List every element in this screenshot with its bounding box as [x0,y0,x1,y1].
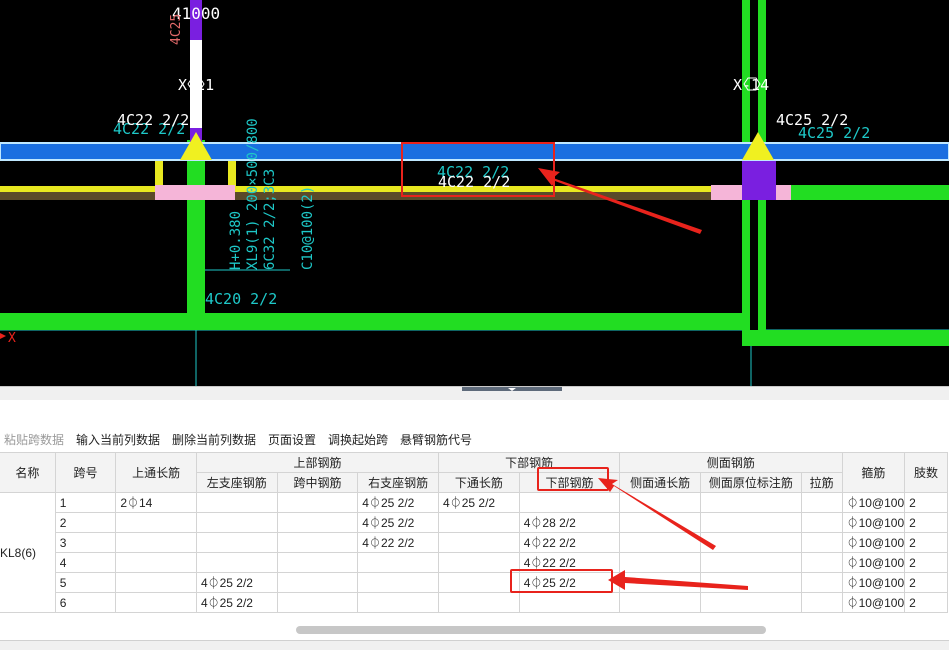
beam-right-stub[interactable] [790,185,949,200]
column-left[interactable] [187,140,205,322]
rebar-input-panel: 粘贴跨数据 输入当前列数据 删除当前列数据 页面设置 调换起始跨 悬臂钢筋代号 … [0,400,949,650]
axis-x-label: X [8,331,16,346]
vertical-text-3: 6C32 2/2;3C3 [262,169,278,270]
axis-label-left: X-11 [178,76,214,94]
axis-label-right: X-14 [733,76,769,94]
vertical-text-2: XL9(1) 200×500/800 [245,118,261,270]
annotation-arrow-header [598,478,716,550]
axis-x-arrow-icon [0,333,6,339]
rebar-right-white: 4C25 2/2 [776,111,848,129]
cad-drawing-canvas[interactable]: 41000 4C25 X-11 X-14 4C22 2/2 4C22 2/2 4… [0,0,949,386]
rebar-mid-white: 4C22 2/2 [438,173,510,191]
beam-right-bottom[interactable] [742,330,949,346]
rebar-low-label: 4C20 2/2 [205,290,277,308]
annotation-arrow-cad [538,168,702,234]
support-pink-left [155,185,235,200]
beam-strip-yellow [0,186,790,192]
rebar-left-white: 4C22 2/2 [117,111,189,129]
beam-blue[interactable] [0,142,949,161]
label-top-vertical: 4C25 [169,14,184,45]
column-right-gap [766,200,774,313]
beam-bottom[interactable] [0,313,752,330]
column-right-purple [742,160,776,200]
vertical-text-4: C10@100(2) [300,186,316,270]
annotation-arrows-table [598,478,748,590]
splitter-handle[interactable] [462,387,562,391]
annotation-arrow-row5 [608,570,748,590]
cad-svg[interactable]: 41000 4C25 X-11 X-14 4C22 2/2 4C22 2/2 4… [0,0,949,386]
panel-splitter[interactable] [0,386,949,401]
vertical-text-1: H+0.380 [228,211,244,270]
